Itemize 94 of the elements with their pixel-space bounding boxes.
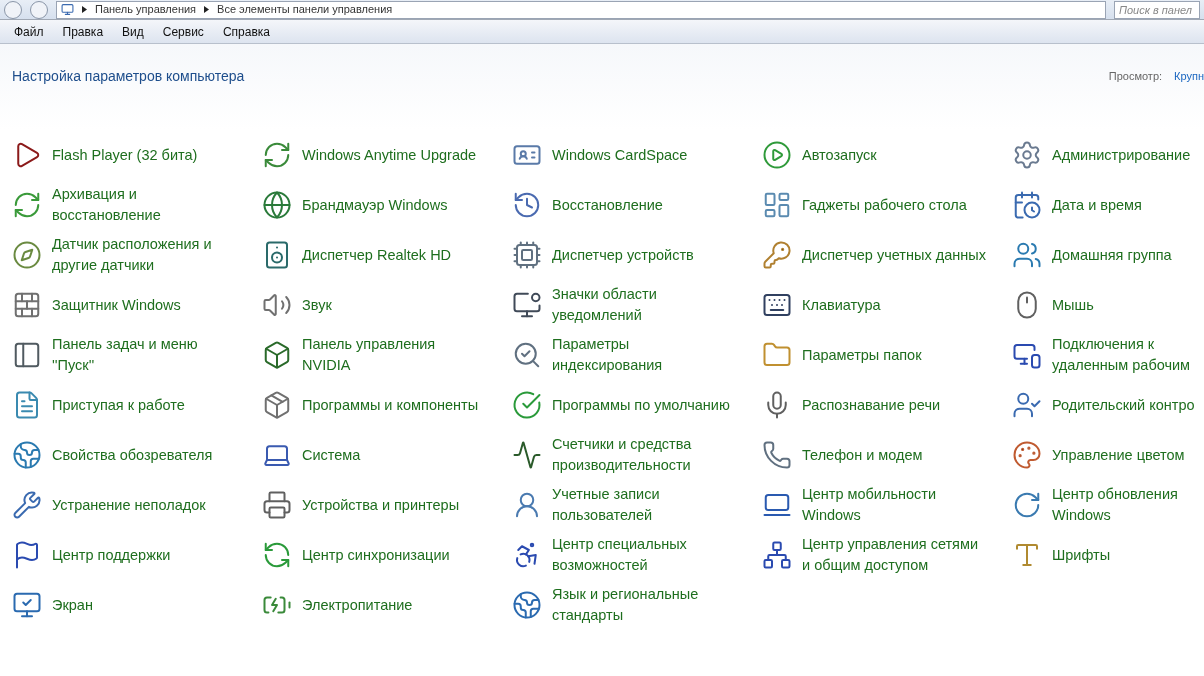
- chart-icon: [512, 440, 542, 470]
- control-panel-link[interactable]: Родительский контро: [1052, 394, 1204, 416]
- path-field[interactable]: Панель управления Все элементы панели управления: [56, 0, 1106, 19]
- chip-icon: [512, 240, 542, 270]
- control-panel-link[interactable]: Управление цветом: [1052, 444, 1204, 466]
- box-icon: [262, 340, 292, 370]
- wrench-icon: [12, 490, 42, 520]
- control-panel-link[interactable]: Программы по умолчанию: [552, 394, 737, 416]
- control-panel-link[interactable]: Язык и региональные стандарты: [552, 584, 737, 626]
- control-panel-link[interactable]: Параметры папок: [802, 344, 987, 366]
- globe-icon: [512, 590, 542, 620]
- control-panel-link[interactable]: Администрирование: [1052, 144, 1204, 166]
- control-panel-link[interactable]: Защитник Windows: [52, 294, 237, 316]
- menu-item[interactable]: Сервис: [162, 22, 204, 41]
- control-panel-link[interactable]: Дата и время: [1052, 194, 1204, 216]
- control-panel-link[interactable]: Flash Player (32 бита): [52, 144, 237, 166]
- control-panel-link[interactable]: Диспетчер учетных данных: [802, 244, 987, 266]
- key-icon: [762, 240, 792, 270]
- phone-icon: [762, 440, 792, 470]
- control-panel-link[interactable]: Учетные записи пользователей: [552, 484, 737, 526]
- control-panel-link[interactable]: Устранение неполадок: [52, 494, 237, 516]
- control-panel-link[interactable]: Распознавание речи: [802, 394, 987, 416]
- view-label: Просмотр:: [1108, 69, 1163, 85]
- clock-icon: [512, 190, 542, 220]
- control-panel-link[interactable]: Свойства обозревателя: [52, 444, 237, 466]
- control-panel-link[interactable]: Значки области уведомлений: [552, 284, 737, 326]
- control-panel-link[interactable]: Программы и компоненты: [302, 394, 487, 416]
- calendar-icon: [1012, 190, 1042, 220]
- page-title: Настройка параметров компьютера: [12, 67, 245, 86]
- control-panel-link[interactable]: Центр обновления Windows: [1052, 484, 1204, 526]
- globe-icon: [12, 440, 42, 470]
- menu-item[interactable]: Справка: [222, 22, 270, 41]
- monitor-icon: [12, 590, 42, 620]
- printer-icon: [262, 490, 292, 520]
- control-panel-link[interactable]: Панель управления NVIDIA: [302, 334, 487, 376]
- control-panel-link[interactable]: Центр мобильности Windows: [802, 484, 987, 526]
- search-field[interactable]: Поиск в панел: [1114, 0, 1200, 19]
- control-panel-link[interactable]: Устройства и принтеры: [302, 494, 487, 516]
- control-panel-link[interactable]: Гаджеты рабочего стола: [802, 194, 987, 216]
- control-panel-link[interactable]: Архивация и восстановление: [52, 184, 237, 226]
- network-icon: [762, 540, 792, 570]
- control-panel-link[interactable]: Домашняя группа: [1052, 244, 1204, 266]
- control-panel-link[interactable]: Центр поддержки: [52, 544, 237, 566]
- control-panel-link[interactable]: Windows Anytime Upgrade: [302, 144, 487, 166]
- breadcrumb[interactable]: Все элементы панели управления: [217, 1, 393, 18]
- control-panel-link[interactable]: Центр синхронизации: [302, 544, 487, 566]
- control-panel-link[interactable]: Windows CardSpace: [552, 144, 737, 166]
- control-panel-link[interactable]: Телефон и модем: [802, 444, 987, 466]
- control-panel-link[interactable]: Звук: [302, 294, 487, 316]
- control-panel-link[interactable]: Центр управления сетями и общим доступом: [802, 534, 987, 576]
- compass-icon: [12, 240, 42, 270]
- search-icon: [512, 340, 542, 370]
- view-link[interactable]: Крупн: [1174, 68, 1204, 85]
- menu-item[interactable]: Правка: [62, 22, 104, 41]
- palette-icon: [1012, 440, 1042, 470]
- control-panel-link[interactable]: Шрифты: [1052, 544, 1204, 566]
- globe-icon: [262, 190, 292, 220]
- control-panel-link[interactable]: Датчик расположения и другие датчики: [52, 234, 237, 276]
- package-icon: [262, 390, 292, 420]
- control-panel-link[interactable]: Система: [302, 444, 487, 466]
- control-panel-link[interactable]: Счетчики и средства производительности: [552, 434, 737, 476]
- control-panel-link[interactable]: Электропитание: [302, 594, 487, 616]
- refresh-icon: [262, 140, 292, 170]
- control-panel-link[interactable]: Брандмауэр Windows: [302, 194, 487, 216]
- dashboard-icon: [762, 190, 792, 220]
- play-icon: [762, 140, 792, 170]
- control-panel-link[interactable]: Подключения к удаленным рабочим: [1052, 334, 1204, 376]
- breadcrumb[interactable]: Панель управления: [95, 1, 197, 18]
- control-panel-link[interactable]: Диспетчер устройств: [552, 244, 737, 266]
- refresh-icon: [262, 540, 292, 570]
- control-panel-link[interactable]: Центр специальных возможностей: [552, 534, 737, 576]
- control-panel-link[interactable]: Автозапуск: [802, 144, 987, 166]
- control-panel-link[interactable]: Параметры индексирования: [552, 334, 737, 376]
- control-panel-link[interactable]: Панель задач и меню ''Пуск'': [52, 334, 237, 376]
- menu-item[interactable]: Вид: [122, 22, 144, 41]
- control-panel-link[interactable]: Восстановление: [552, 194, 737, 216]
- control-panel-link[interactable]: Мышь: [1052, 294, 1204, 316]
- control-panel-icon: [61, 3, 74, 16]
- panel-icon: [12, 340, 42, 370]
- check-circle-icon: [512, 390, 542, 420]
- control-panel-link[interactable]: Приступая к работе: [52, 394, 237, 416]
- monitor-icon: [512, 290, 542, 320]
- control-panel-link[interactable]: Диспетчер Realtek HD: [302, 244, 487, 266]
- refresh-icon: [12, 190, 42, 220]
- gear-icon: [1012, 140, 1042, 170]
- wall-icon: [12, 290, 42, 320]
- refresh-icon: [1012, 490, 1042, 520]
- control-panel-link[interactable]: Экран: [52, 594, 237, 616]
- arrow-icon: [82, 6, 87, 13]
- back-button[interactable]: [4, 0, 22, 19]
- menu-item[interactable]: Файл: [14, 22, 44, 41]
- arrow-icon: [204, 6, 210, 13]
- forward-button[interactable]: [30, 0, 48, 19]
- control-panel-link[interactable]: Клавиатура: [802, 294, 987, 316]
